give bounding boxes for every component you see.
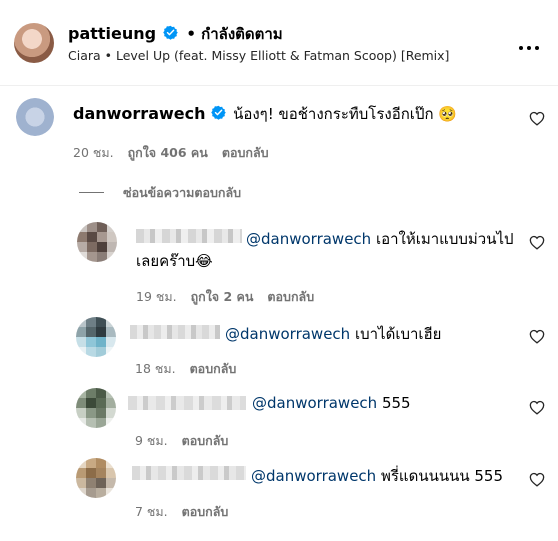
reply-meta: 7 ชม. ตอบกลับ bbox=[135, 502, 228, 522]
comment-meta: 20 ชม. ถูกใจ 406 คน ตอบกลับ bbox=[73, 143, 269, 163]
reply-mention[interactable]: @danworrawech bbox=[246, 230, 371, 248]
reply-text-line1: @danworrawech เอาให้เมาแบบม่วนไป bbox=[246, 227, 514, 251]
reply-text-line: @danworrawech พรี่แดนนนนน 555 bbox=[251, 464, 503, 488]
reply-emoji: 😂 bbox=[195, 252, 213, 270]
comment-likes[interactable]: ถูกใจ 406 คน bbox=[128, 145, 208, 160]
more-options-icon[interactable] bbox=[517, 38, 541, 50]
reply-avatar[interactable] bbox=[77, 222, 117, 262]
follow-status[interactable]: • กำลังติดตาม bbox=[186, 25, 282, 43]
reply-button[interactable]: ตอบกลับ bbox=[182, 504, 229, 519]
verified-badge-icon bbox=[211, 105, 227, 124]
reply-meta: 18 ชม. ตอบกลับ bbox=[135, 359, 236, 379]
hide-replies-button[interactable]: ซ่อนข้อความตอบกลับ bbox=[123, 185, 241, 200]
reply-button[interactable]: ตอบกลับ bbox=[267, 289, 314, 304]
comment-time[interactable]: 20 ชม. bbox=[73, 145, 114, 160]
main-comment-line: danworrawech น้องๆ! ขอช้างกระทืบโรงอีกเป… bbox=[73, 102, 457, 126]
comment-avatar[interactable] bbox=[16, 98, 54, 136]
reply-button[interactable]: ตอบกลับ bbox=[222, 145, 269, 160]
header-title-row: pattieung • กำลังติดตาม bbox=[68, 22, 283, 44]
header-song[interactable]: Ciara • Level Up (feat. Missy Elliott & … bbox=[68, 48, 449, 63]
reply-button[interactable]: ตอบกลับ bbox=[182, 433, 229, 448]
reply-time[interactable]: 18 ชม. bbox=[135, 361, 176, 376]
reply-avatar[interactable] bbox=[76, 458, 116, 498]
reply-mention[interactable]: @danworrawech bbox=[251, 467, 376, 485]
like-heart-icon[interactable] bbox=[529, 400, 545, 419]
like-heart-icon[interactable] bbox=[529, 472, 545, 491]
like-heart-icon[interactable] bbox=[529, 111, 545, 130]
reply-time[interactable]: 19 ชม. bbox=[136, 289, 177, 304]
header-divider bbox=[0, 85, 558, 86]
like-heart-icon[interactable] bbox=[529, 235, 545, 254]
reply-meta: 9 ชม. ตอบกลับ bbox=[135, 431, 228, 451]
reply-username-redacted bbox=[130, 325, 220, 339]
reply-time[interactable]: 9 ชม. bbox=[135, 433, 168, 448]
reply-button[interactable]: ตอบกลับ bbox=[190, 361, 237, 376]
reply-text-line: @danworrawech 555 bbox=[252, 394, 411, 412]
hide-replies-line bbox=[79, 192, 104, 193]
reply-text: เอาให้เมาแบบม่วนไป bbox=[375, 230, 514, 248]
reply-meta: 19 ชม. ถูกใจ 2 คน ตอบกลับ bbox=[136, 287, 314, 307]
comment-text: น้องๆ! ขอช้างกระทืบโรงอีกเป๊ก bbox=[233, 105, 434, 123]
header-username[interactable]: pattieung bbox=[68, 24, 156, 43]
like-heart-icon[interactable] bbox=[529, 329, 545, 348]
reply-text: พรี่แดนนนนน 555 bbox=[380, 467, 503, 485]
reply-text-continued: เลยคร๊าบ bbox=[136, 252, 196, 270]
reply-avatar[interactable] bbox=[76, 317, 116, 357]
verified-badge-icon bbox=[163, 25, 178, 44]
reply-likes[interactable]: ถูกใจ 2 คน bbox=[191, 289, 254, 304]
reply-username-redacted bbox=[128, 396, 246, 410]
reply-text: เบาได้เบาเฮีย bbox=[354, 325, 442, 343]
hide-replies-row[interactable]: ซ่อนข้อความตอบกลับ bbox=[79, 182, 241, 203]
reply-username-redacted bbox=[136, 229, 242, 243]
reply-text-line2: เลยคร๊าบ😂 bbox=[136, 249, 213, 273]
reply-username-redacted bbox=[132, 466, 246, 480]
header-avatar[interactable] bbox=[14, 23, 54, 63]
reply-avatar[interactable] bbox=[76, 388, 116, 428]
reply-mention[interactable]: @danworrawech bbox=[225, 325, 350, 343]
reply-time[interactable]: 7 ชม. bbox=[135, 504, 168, 519]
reply-text: 555 bbox=[381, 394, 411, 412]
reply-mention[interactable]: @danworrawech bbox=[252, 394, 377, 412]
comment-emoji: 🥺 bbox=[438, 105, 458, 123]
comment-username[interactable]: danworrawech bbox=[73, 104, 206, 123]
reply-text-line: @danworrawech เบาได้เบาเฮีย bbox=[225, 322, 441, 346]
